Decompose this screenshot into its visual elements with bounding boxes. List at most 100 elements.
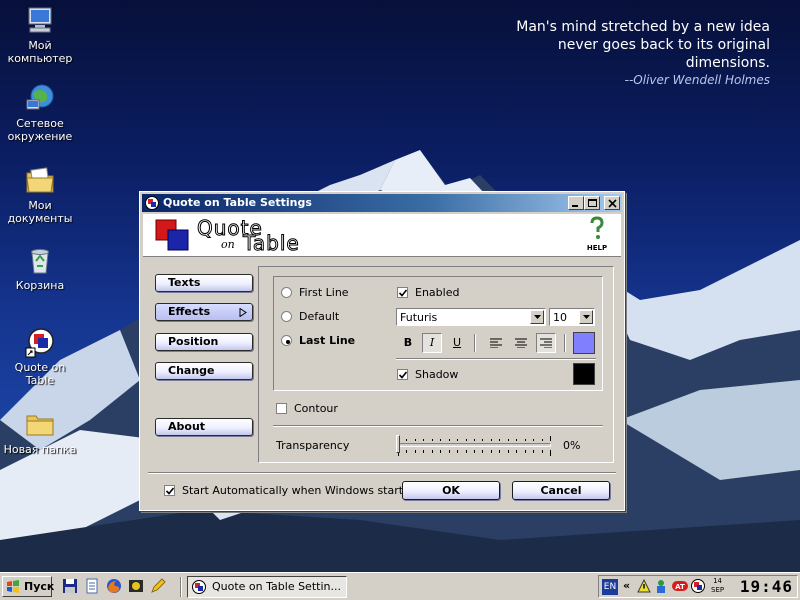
effects-button[interactable]: Effects	[155, 303, 253, 321]
quote-author: --Oliver Wendell Holmes	[624, 73, 770, 87]
align-right-icon	[540, 338, 552, 349]
language-indicator[interactable]: EN	[602, 579, 618, 595]
slider-track	[397, 443, 551, 447]
radio-circle	[281, 287, 292, 298]
minimize-button[interactable]	[568, 196, 584, 210]
change-button[interactable]: Change	[155, 362, 253, 380]
desktop-icon-my-computer[interactable]: Мой компьютер	[1, 4, 79, 65]
font-size-select[interactable]: 10	[549, 308, 595, 326]
date-day: 14	[713, 577, 722, 585]
quote-on-table-tray-icon[interactable]	[691, 579, 705, 593]
taskbar: Пуск Quote on Table Settin... EN « AT 14…	[0, 572, 800, 600]
quote-line-1: Man's mind stretched by a new idea	[516, 19, 770, 35]
pencil-icon[interactable]	[150, 578, 166, 594]
taskbar-task-quote-settings[interactable]: Quote on Table Settin...	[187, 576, 347, 598]
align-right-button[interactable]	[536, 333, 556, 353]
settings-dialog: Quote on Table Settings Quote on Table H…	[139, 191, 625, 511]
font-name-dropdown-button[interactable]	[530, 310, 544, 324]
quote-text: Man's mind stretched by a new idea never…	[516, 18, 770, 88]
svg-text:AT: AT	[675, 583, 685, 591]
logo-cubes-icon	[155, 219, 189, 251]
clock[interactable]: 19:46	[740, 577, 793, 596]
align-center-button[interactable]	[511, 333, 531, 353]
tray-expand-icon[interactable]: «	[623, 579, 630, 592]
start-button[interactable]: Пуск	[2, 576, 54, 597]
document-icon[interactable]	[84, 578, 100, 594]
transparency-slider[interactable]	[396, 435, 553, 457]
quote-line-2: never goes back to its original	[557, 37, 770, 53]
checkbox-box	[164, 485, 175, 496]
checkmark-icon	[166, 487, 174, 495]
text-color-swatch[interactable]	[573, 332, 595, 354]
dialog-title: Quote on Table Settings	[163, 196, 312, 209]
taskbar-separator	[180, 577, 182, 597]
desktop-icon-quote-on-table[interactable]: Quote on Table	[1, 326, 79, 387]
transparency-value: 0%	[563, 439, 581, 452]
align-center-icon	[515, 338, 527, 349]
underline-button[interactable]: U	[447, 333, 467, 353]
arrow-right-icon	[239, 308, 247, 317]
help-label: HELP	[586, 244, 608, 252]
chevron-down-icon	[583, 315, 590, 319]
recycle-bin-icon	[31, 249, 49, 274]
help-button[interactable]: HELP	[581, 216, 613, 252]
font-size-dropdown-button[interactable]	[579, 310, 593, 324]
agent-tray-icon[interactable]	[654, 579, 668, 595]
effects-label: Effects	[168, 305, 211, 318]
first-line-label: First Line	[299, 286, 349, 299]
footer-divider	[148, 472, 616, 474]
firefox-icon[interactable]	[106, 578, 122, 594]
dialog-titlebar[interactable]: Quote on Table Settings	[142, 194, 622, 212]
desktop-icon-recycle-bin[interactable]: Корзина	[1, 244, 79, 292]
save-disk-icon[interactable]	[62, 578, 78, 594]
maximize-icon	[588, 199, 597, 207]
desktop-icon-new-folder[interactable]: Новая папка	[1, 408, 79, 456]
game-icon[interactable]	[128, 578, 144, 594]
italic-button[interactable]: I	[422, 333, 442, 353]
start-automatically-label: Start Automatically when Windows starts	[182, 484, 409, 497]
radio-selected-dot	[286, 340, 290, 344]
maximize-button[interactable]	[584, 196, 600, 210]
default-label: Default	[299, 310, 340, 323]
logo-banner: Quote on Table HELP	[143, 214, 621, 257]
slider-thumb[interactable]	[396, 435, 400, 453]
shadow-color-swatch[interactable]	[573, 363, 595, 385]
font-name-select[interactable]: Futuris	[396, 308, 546, 326]
cancel-button[interactable]: Cancel	[512, 481, 610, 500]
position-button[interactable]: Position	[155, 333, 253, 351]
desktop-icon-label: Мой компьютер	[7, 39, 73, 65]
about-button[interactable]: About	[155, 418, 253, 436]
toolbar-separator	[474, 334, 476, 352]
align-left-button[interactable]	[486, 333, 506, 353]
checkmark-icon	[399, 289, 407, 297]
enabled-label: Enabled	[415, 286, 460, 299]
close-icon	[608, 199, 617, 208]
about-label: About	[168, 420, 206, 433]
chevron-down-icon	[534, 315, 541, 319]
desktop-icon-label: Сетевое окружение	[7, 117, 73, 143]
windows-logo-icon	[7, 580, 19, 593]
radio-circle	[281, 335, 292, 346]
folder-icon	[26, 415, 54, 436]
ok-button[interactable]: OK	[402, 481, 500, 500]
close-button[interactable]	[604, 196, 620, 210]
checkbox-box	[276, 403, 287, 414]
date-month: SEP	[711, 586, 725, 594]
app-icon	[192, 580, 206, 594]
desktop-icon-my-documents[interactable]: Мои документы	[1, 164, 79, 225]
desktop-icon-label: Мои документы	[7, 199, 73, 225]
network-places-icon	[26, 84, 54, 110]
bold-button[interactable]: B	[398, 333, 418, 353]
logo-word-table: Table	[243, 231, 300, 256]
font-size-value: 10	[553, 311, 567, 324]
position-label: Position	[168, 335, 219, 348]
antivirus-tray-icon[interactable]: AT	[672, 580, 688, 592]
radio-circle	[281, 311, 292, 322]
warning-tray-icon[interactable]	[637, 579, 651, 593]
shadow-label: Shadow	[415, 368, 459, 381]
desktop-icon-label: Корзина	[15, 279, 65, 292]
panel-divider	[273, 425, 603, 427]
checkbox-box	[397, 287, 408, 298]
desktop-icon-network[interactable]: Сетевое окружение	[1, 82, 79, 143]
texts-button[interactable]: Texts	[155, 274, 253, 292]
